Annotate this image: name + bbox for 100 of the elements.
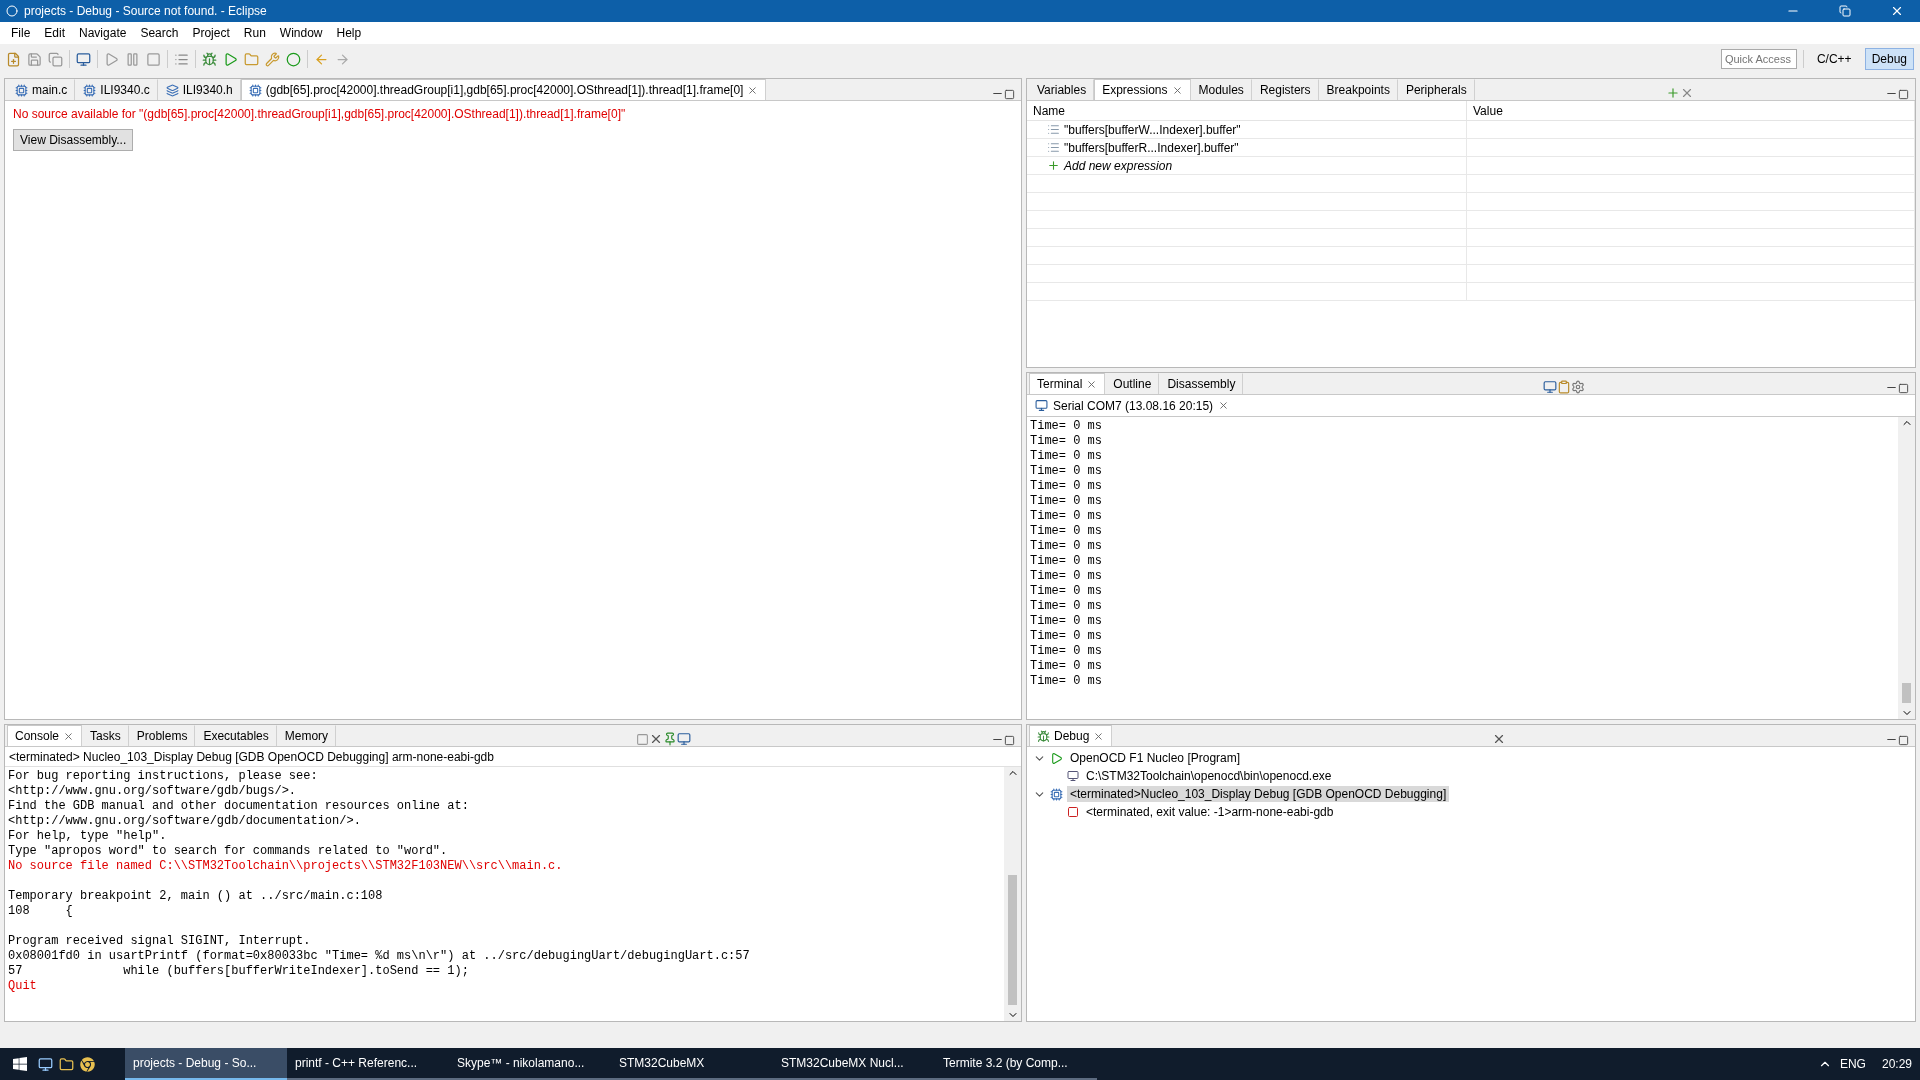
tab-label: Registers: [1259, 83, 1311, 97]
menu-item[interactable]: Run: [236, 26, 273, 40]
terminal-line: Time= 0 ms: [1029, 449, 1103, 464]
monitor-icon: [1035, 399, 1048, 412]
editor-tab[interactable]: (gdb[65].proc[42000].threadGroup[i1],gdb[65].proc[42000].OSthread[1]).thread[1].frame[0]: [240, 79, 767, 100]
debug-tree-item[interactable]: C:\STM32Toolchain\openocd\bin\openocd.exe: [1083, 768, 1335, 784]
menu-item[interactable]: Edit: [37, 26, 73, 40]
pause-icon[interactable]: [125, 51, 140, 67]
tab-label: Disassembly: [1167, 377, 1236, 391]
tab-label: ILI9340.h: [182, 83, 233, 97]
maximize-icon[interactable]: [1004, 89, 1015, 100]
save-icon[interactable]: [27, 51, 42, 67]
console-line: <http://www.gnu.org/software/gdb/documentation/>.: [7, 814, 362, 829]
maximize-icon[interactable]: [1898, 735, 1909, 746]
run-icon[interactable]: [223, 51, 238, 67]
terminal-line: Time= 0 ms: [1029, 554, 1103, 569]
terminal-line: Time= 0 ms: [1029, 614, 1103, 629]
maximize-icon[interactable]: [1004, 735, 1015, 746]
scroll-thumb[interactable]: [1008, 875, 1017, 1005]
terminal-line: Time= 0 ms: [1029, 464, 1103, 479]
copy-icon[interactable]: [48, 51, 63, 67]
monitor-icon[interactable]: [38, 1056, 53, 1072]
bug-icon: [1037, 729, 1050, 743]
tab-label: Debug: [1054, 729, 1090, 743]
quick-access-field[interactable]: Quick Access: [1720, 49, 1797, 69]
add-icon: [1047, 159, 1060, 172]
monitor-icon[interactable]: [76, 51, 91, 67]
maximize-icon[interactable]: [1898, 383, 1909, 394]
tab-label: Problems: [136, 729, 188, 743]
taskbar-item[interactable]: STM32CubeMX Nucl...: [773, 1048, 935, 1080]
expression-name[interactable]: "buffers[bufferR...Indexer].buffer": [1064, 140, 1239, 155]
browser-icon[interactable]: [80, 1056, 95, 1072]
close-icon[interactable]: [1171, 84, 1183, 96]
taskbar-item[interactable]: STM32CubeMX: [611, 1048, 773, 1080]
session-tab[interactable]: Serial COM7 (13.08.16 20:15): [1053, 398, 1214, 413]
taskbar-item[interactable]: projects - Debug - So...: [125, 1048, 287, 1080]
tab-label: (gdb[65].proc[42000].threadGroup[i1],gdb[65].proc[42000].OSthread[1]).thread[1].frame[0]: [265, 83, 744, 97]
expression-name[interactable]: Add new expression: [1064, 158, 1173, 173]
pin-icon[interactable]: [663, 732, 678, 746]
terminal-line: Time= 0 ms: [1029, 629, 1103, 644]
console-line: 0x08001fd0 in usartPrintf (format=0x80033bc "Time= %d ms\n\r") at ../src/debugingUart/debugingUart.c:57: [7, 949, 751, 964]
close-icon[interactable]: [747, 84, 759, 96]
scroll-thumb[interactable]: [1902, 683, 1911, 703]
start-icon[interactable]: [12, 1056, 28, 1072]
perspective-button[interactable]: Debug: [1864, 48, 1914, 70]
tab-label: Expressions: [1102, 83, 1168, 97]
terminal-line: Time= 0 ms: [1029, 674, 1103, 689]
tab-label: Console: [15, 729, 60, 743]
new-file-icon[interactable]: [6, 51, 21, 67]
terminal-line: Time= 0 ms: [1029, 494, 1103, 509]
play-icon[interactable]: [104, 51, 119, 67]
forward-arrow-icon[interactable]: [335, 51, 350, 67]
tab-label: Executables: [203, 729, 269, 743]
circle-icon[interactable]: [286, 51, 301, 67]
wrench-icon[interactable]: [265, 51, 280, 67]
taskbar-item[interactable]: printf - C++ Referenc...: [287, 1048, 449, 1080]
view-disassembly-button[interactable]: View Disassembly...: [13, 129, 134, 151]
menu-item[interactable]: Help: [329, 26, 369, 40]
taskbar-item[interactable]: Skype™ - nikolamano...: [449, 1048, 611, 1080]
clock[interactable]: 20:29: [1873, 1057, 1920, 1071]
debug-icon[interactable]: [202, 51, 217, 67]
close-icon[interactable]: [1086, 378, 1098, 390]
console-line: For bug reporting instructions, please see:: [7, 769, 319, 784]
terminal-line: Time= 0 ms: [1029, 434, 1103, 449]
view-tab[interactable]: Console: [7, 725, 83, 746]
column-header: Name: [1027, 101, 1467, 121]
close-icon[interactable]: [1218, 400, 1230, 411]
menu-item[interactable]: Navigate: [72, 26, 134, 40]
scrollbar[interactable]: [1898, 417, 1915, 719]
taskbar-item[interactable]: Termite 3.2 (by Comp...: [935, 1048, 1097, 1080]
close-icon[interactable]: [1093, 730, 1105, 742]
terminal-line: Time= 0 ms: [1029, 509, 1103, 524]
menu-item[interactable]: Project: [185, 26, 237, 40]
tab-label: Terminal: [1037, 377, 1083, 391]
tab-label: Variables: [1037, 83, 1087, 97]
scrollbar[interactable]: [1004, 767, 1021, 1021]
console-line: Temporary breakpoint 2, main () at ../src/main.c:108: [7, 889, 384, 904]
settings-icon[interactable]: [1571, 380, 1586, 394]
debug-tree-item[interactable]: <terminated>Nucleo_103_Display Debug [GDB OpenOCD Debugging]: [1067, 786, 1450, 802]
menu-item[interactable]: Window: [272, 26, 330, 40]
debug-tree-item[interactable]: OpenOCD F1 Nucleo [Program]: [1067, 750, 1244, 766]
menu-item[interactable]: File: [4, 26, 38, 40]
language-indicator[interactable]: ENG: [1831, 1057, 1874, 1071]
folder-icon[interactable]: [59, 1056, 74, 1072]
perspective-button[interactable]: C/C++: [1809, 48, 1859, 70]
run-icon: [1050, 751, 1063, 765]
clipboard-icon[interactable]: [1557, 380, 1572, 394]
console-line: Quit: [7, 979, 38, 994]
list-icon[interactable]: [174, 51, 189, 67]
view-tab[interactable]: Terminal: [1029, 373, 1106, 394]
close-icon[interactable]: [63, 730, 75, 742]
terminal-line: Time= 0 ms: [1029, 539, 1103, 554]
expression-name[interactable]: "buffers[bufferW...Indexer].buffer": [1064, 122, 1241, 137]
view-tab[interactable]: Debug: [1029, 725, 1113, 746]
maximize-icon[interactable]: [1898, 89, 1909, 100]
tab-label: Peripherals: [1405, 83, 1467, 97]
debug-tree-item[interactable]: <terminated, exit value: -1>arm-none-eabi-gdb: [1083, 804, 1337, 820]
view-tab[interactable]: Expressions: [1094, 79, 1191, 100]
console-line: <http://www.gnu.org/software/gdb/bugs/>.: [7, 784, 298, 799]
menu-item[interactable]: Search: [133, 26, 186, 40]
